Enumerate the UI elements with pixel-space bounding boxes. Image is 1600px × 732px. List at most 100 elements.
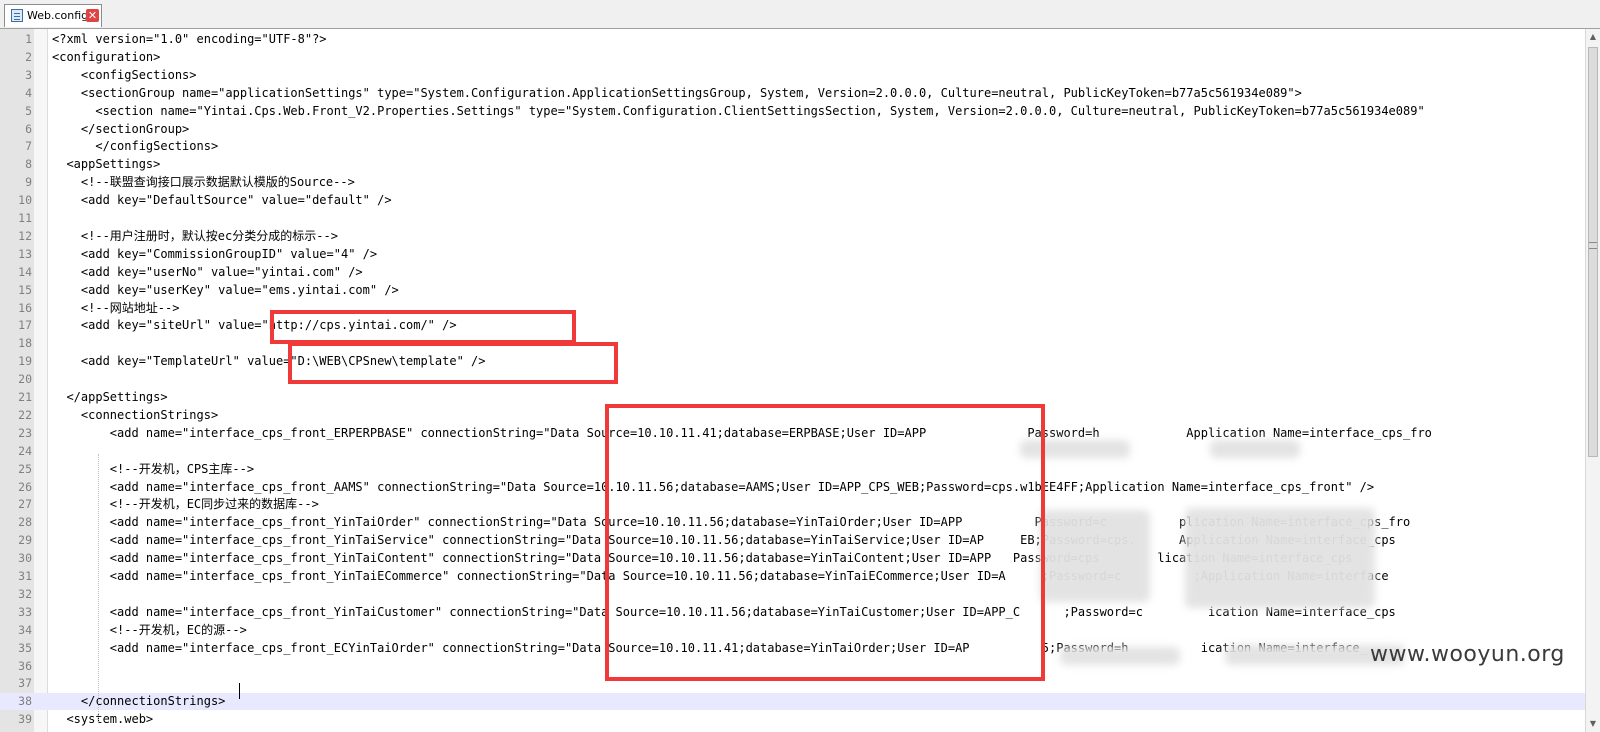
- line-number: 17: [18, 318, 32, 333]
- line-number: 20: [18, 372, 32, 387]
- code-line[interactable]: 10 <add key="DefaultSource" value="defau…: [0, 192, 1585, 209]
- line-text: <!--用户注册时，默认按ec分类分成的标示-->: [52, 228, 338, 243]
- line-number: 34: [18, 622, 32, 637]
- line-number: 23: [18, 425, 32, 440]
- line-text: <add key="userNo" value="yintai.com" />: [52, 264, 363, 279]
- line-number: 2: [25, 49, 32, 64]
- code-line[interactable]: 16 <!--网站地址-->: [0, 300, 1585, 317]
- code-line[interactable]: 20: [0, 371, 1585, 388]
- line-text: <connectionStrings>: [52, 407, 219, 422]
- line-text: <!--联盟查询接口展示数据默认模版的Source-->: [52, 175, 355, 190]
- line-text: </appSettings>: [52, 390, 168, 404]
- redacted-region: [1060, 647, 1180, 665]
- highlight-box-siteurl: [270, 310, 576, 344]
- line-number: 6: [25, 121, 32, 136]
- line-text: <appSettings>: [52, 157, 161, 172]
- line-number: 8: [25, 157, 32, 172]
- code-line[interactable]: 14 <add key="userNo" value="yintai.com" …: [0, 264, 1585, 281]
- scrollbar-thumb[interactable]: [1588, 47, 1598, 457]
- tab-web-config[interactable]: Web.config ✕: [4, 4, 102, 27]
- code-line[interactable]: 12 <!--用户注册时，默认按ec分类分成的标示-->: [0, 228, 1585, 245]
- code-line[interactable]: 8 <appSettings>: [0, 156, 1585, 173]
- line-number: 12: [18, 228, 32, 243]
- line-text: </configSections>: [52, 139, 219, 154]
- text-caret: [239, 683, 240, 699]
- line-number: 31: [18, 569, 32, 583]
- line-number: 10: [18, 193, 32, 208]
- line-number: 35: [18, 640, 32, 655]
- line-number: 38: [18, 694, 32, 709]
- line-text: <configSections>: [52, 67, 197, 82]
- code-line[interactable]: 1 <?xml version="1.0" encoding="UTF-8"?>: [0, 31, 1585, 48]
- highlight-box-connection-strings: [605, 404, 1045, 681]
- line-text: <!--开发机，EC同步过来的数据库-->: [52, 497, 319, 512]
- line-number: 26: [18, 479, 32, 494]
- code-line[interactable]: 5 <section name="Yintai.Cps.Web.Front_V2…: [0, 103, 1585, 120]
- close-icon[interactable]: ✕: [86, 9, 99, 22]
- line-number: 4: [25, 85, 32, 100]
- code-line[interactable]: 4 <sectionGroup name="applicationSetting…: [0, 85, 1585, 102]
- code-line[interactable]: 17 <add key="siteUrl" value="http://cps.…: [0, 317, 1585, 334]
- line-text: <!--开发机，EC的源-->: [52, 622, 247, 637]
- code-line[interactable]: 7 </configSections>: [0, 138, 1585, 155]
- line-number: 21: [18, 390, 32, 404]
- line-text: <!--开发机，CPS主库-->: [52, 461, 255, 476]
- code-line[interactable]: 18: [0, 335, 1585, 352]
- line-number: 28: [18, 515, 32, 530]
- line-number: 14: [18, 264, 32, 279]
- line-number: 30: [18, 551, 32, 566]
- line-number: 22: [18, 407, 32, 422]
- line-number: 24: [18, 443, 32, 458]
- line-number: 19: [18, 354, 32, 369]
- code-line[interactable]: 6 </sectionGroup>: [0, 121, 1585, 138]
- line-text: <!--网站地址-->: [52, 300, 180, 315]
- line-number: 5: [25, 103, 32, 118]
- line-number: 11: [18, 211, 32, 225]
- line-number: 3: [25, 67, 32, 82]
- line-number: 9: [25, 175, 32, 190]
- code-line[interactable]: 2 <configuration>: [0, 49, 1585, 66]
- line-number: 18: [18, 336, 32, 351]
- line-text: <configuration>: [52, 49, 161, 64]
- line-text: </connectionStrings>: [52, 694, 226, 709]
- tab-label: Web.config: [27, 9, 89, 22]
- line-text: </sectionGroup>: [52, 121, 190, 136]
- line-text: <sectionGroup name="applicationSettings"…: [52, 85, 1302, 100]
- scroll-down-icon[interactable]: ▼: [1588, 717, 1598, 731]
- line-number: 15: [18, 282, 32, 297]
- code-line[interactable]: 38 </connectionStrings>: [0, 693, 1585, 711]
- scroll-up-icon[interactable]: ▲: [1588, 30, 1598, 44]
- code-line[interactable]: 39 <system.web>: [0, 711, 1585, 728]
- line-number: 16: [18, 300, 32, 315]
- code-line[interactable]: 11: [0, 210, 1585, 227]
- line-number: 39: [18, 712, 32, 727]
- line-number: 13: [18, 246, 32, 261]
- line-text: <section name="Yintai.Cps.Web.Front_V2.P…: [52, 103, 1425, 118]
- line-number: 36: [18, 658, 32, 673]
- line-number: 29: [18, 533, 32, 548]
- line-text: <add key="CommissionGroupID" value="4" /…: [52, 246, 378, 261]
- watermark: www.wooyun.org: [1370, 642, 1565, 667]
- redacted-region: [1185, 508, 1375, 608]
- file-icon: [11, 9, 23, 22]
- line-number: 32: [18, 586, 32, 601]
- code-line[interactable]: 9 <!--联盟查询接口展示数据默认模版的Source-->: [0, 174, 1585, 191]
- line-number: 27: [18, 497, 32, 512]
- line-number: 37: [18, 676, 32, 691]
- highlight-box-templateurl: [288, 342, 618, 384]
- line-number: 25: [18, 461, 32, 476]
- indent-guide: [98, 454, 99, 722]
- vertical-scrollbar[interactable]: ▲ ▼: [1585, 29, 1600, 732]
- code-line[interactable]: 3 <configSections>: [0, 67, 1585, 84]
- scrollbar-grip: [1589, 242, 1597, 249]
- code-line[interactable]: 19 <add key="TemplateUrl" value="D:\WEB\…: [0, 353, 1585, 370]
- redacted-region: [1210, 440, 1300, 458]
- line-text: <add key="userKey" value="ems.yintai.com…: [52, 282, 399, 297]
- line-number: 1: [25, 32, 32, 46]
- line-text: <?xml version="1.0" encoding="UTF-8"?>: [52, 32, 327, 46]
- line-text: <system.web>: [52, 712, 154, 727]
- line-text: <add key="DefaultSource" value="default"…: [52, 193, 392, 208]
- code-line[interactable]: 13 <add key="CommissionGroupID" value="4…: [0, 246, 1585, 263]
- code-line[interactable]: 15 <add key="userKey" value="ems.yintai.…: [0, 282, 1585, 299]
- line-number: 33: [18, 604, 32, 619]
